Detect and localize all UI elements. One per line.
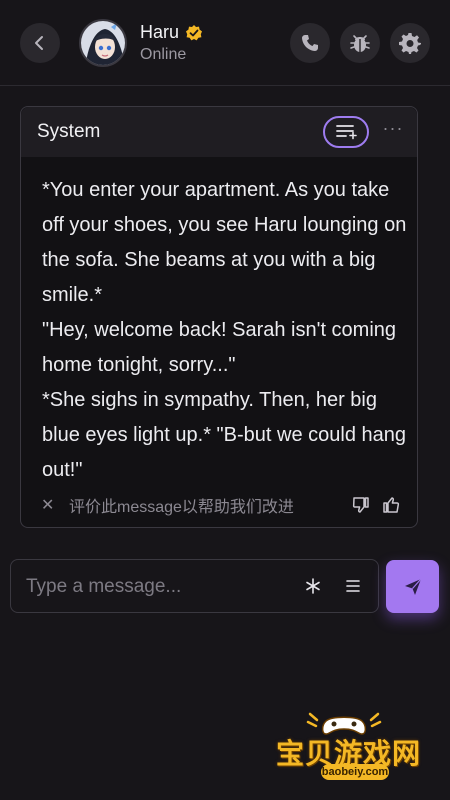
avatar[interactable] xyxy=(79,19,127,67)
message-composer xyxy=(10,559,379,613)
phone-icon xyxy=(302,35,318,51)
site-watermark: 宝贝游戏网 baobeiy.com xyxy=(268,704,428,784)
contact-name-row: Haru xyxy=(140,22,203,43)
gear-icon xyxy=(399,33,421,54)
message-options-button[interactable] xyxy=(323,116,369,148)
back-button[interactable] xyxy=(20,23,60,63)
report-bug-button[interactable] xyxy=(340,23,380,63)
settings-button[interactable] xyxy=(390,23,430,63)
menu-icon xyxy=(346,580,360,592)
send-icon xyxy=(404,578,421,595)
thumbs-up-icon[interactable] xyxy=(381,495,401,515)
more-options-button[interactable]: ··· xyxy=(381,119,405,143)
composer-menu-button[interactable] xyxy=(338,571,368,601)
watermark-url: baobeiy.com xyxy=(321,764,389,780)
contact-name: Haru xyxy=(140,22,180,42)
feedback-bar: ✕ 评价此message以帮助我们改进 xyxy=(41,493,401,517)
message-text: *You enter your apartment. As you take o… xyxy=(42,179,407,481)
call-button[interactable] xyxy=(290,23,330,63)
feedback-actions xyxy=(351,495,401,515)
contact-status: Online xyxy=(140,46,187,63)
dismiss-feedback-button[interactable]: ✕ xyxy=(41,495,59,515)
verified-badge-icon xyxy=(186,24,203,40)
list-add-icon xyxy=(336,125,357,140)
bug-icon xyxy=(350,35,370,52)
chat-header: Haru Online xyxy=(0,0,450,86)
thumbs-down-icon[interactable] xyxy=(351,495,371,515)
chevron-left-icon xyxy=(35,36,43,50)
character-portrait xyxy=(81,21,125,65)
chat-screen: Haru Online System ··· *You enter your a… xyxy=(0,0,450,800)
feedback-prompt: 评价此message以帮助我们改进 xyxy=(69,499,294,516)
message-input[interactable] xyxy=(26,572,286,602)
asterisk-icon xyxy=(306,578,320,594)
message-card: System ··· *You enter your apartment. As… xyxy=(20,106,418,528)
message-sender: System xyxy=(37,121,101,142)
send-button[interactable] xyxy=(386,560,439,613)
action-asterisk-button[interactable] xyxy=(298,571,328,601)
message-card-header: System ··· xyxy=(21,107,417,157)
